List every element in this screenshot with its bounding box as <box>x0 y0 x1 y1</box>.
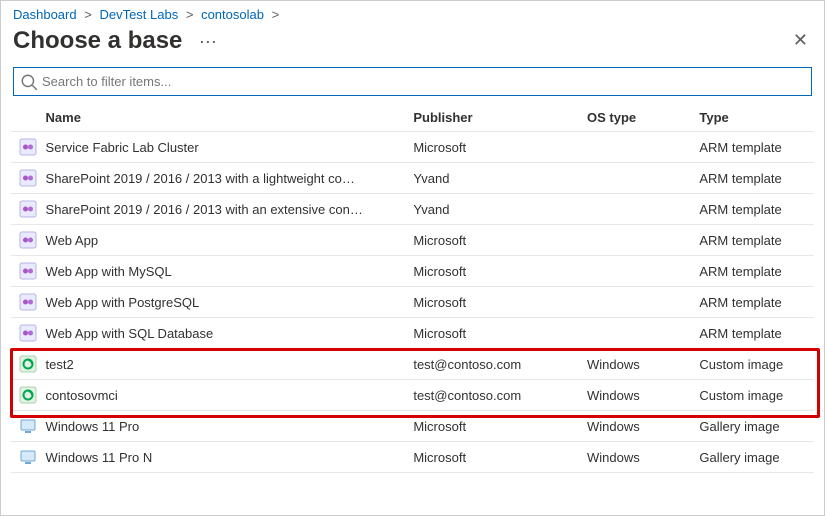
row-icon <box>11 380 38 411</box>
azure-icon <box>19 200 37 218</box>
chevron-right-icon: > <box>272 7 280 22</box>
breadcrumb: Dashboard > DevTest Labs > contosolab > <box>11 7 814 26</box>
table-row[interactable]: contosovmcitest@contoso.comWindowsCustom… <box>11 380 814 411</box>
breadcrumb-contosolab[interactable]: contosolab <box>201 7 264 22</box>
row-icon <box>11 194 38 225</box>
table-row[interactable]: Web App with MySQLMicrosoft ARM template <box>11 256 814 287</box>
row-name: Web App with PostgreSQL <box>38 287 406 318</box>
azure-icon <box>19 293 37 311</box>
row-type: Gallery image <box>691 442 814 473</box>
row-os: Windows <box>579 442 691 473</box>
row-name: contosovmci <box>38 380 406 411</box>
row-name: Windows 11 Pro N <box>38 442 406 473</box>
col-type[interactable]: Type <box>691 104 814 132</box>
col-os[interactable]: OS type <box>579 104 691 132</box>
row-name: Windows 11 Pro <box>38 411 406 442</box>
row-publisher: Yvand <box>405 194 579 225</box>
row-publisher: test@contoso.com <box>405 380 579 411</box>
row-publisher: test@contoso.com <box>405 349 579 380</box>
row-name: Web App with MySQL <box>38 256 406 287</box>
row-type: ARM template <box>691 132 814 163</box>
azure-icon <box>19 324 37 342</box>
row-icon <box>11 411 38 442</box>
search-icon <box>20 73 38 91</box>
table-row[interactable]: Windows 11 ProMicrosoftWindowsGallery im… <box>11 411 814 442</box>
page-title: Choose a base <box>13 27 182 54</box>
custom-icon <box>19 355 37 373</box>
table-row[interactable]: SharePoint 2019 / 2016 / 2013 with a lig… <box>11 163 814 194</box>
azure-icon <box>19 231 37 249</box>
table-row[interactable]: Web App with PostgreSQLMicrosoft ARM temp… <box>11 287 814 318</box>
row-type: ARM template <box>691 194 814 225</box>
row-icon <box>11 225 38 256</box>
azure-icon <box>19 138 37 156</box>
col-name[interactable]: Name <box>38 104 406 132</box>
azure-icon <box>19 169 37 187</box>
table-row[interactable]: test2test@contoso.comWindowsCustom image <box>11 349 814 380</box>
row-type: ARM template <box>691 256 814 287</box>
row-publisher: Microsoft <box>405 225 579 256</box>
row-icon <box>11 256 38 287</box>
table-row[interactable]: SharePoint 2019 / 2016 / 2013 with an ex… <box>11 194 814 225</box>
row-os: Windows <box>579 411 691 442</box>
chevron-right-icon: > <box>186 7 194 22</box>
row-icon <box>11 287 38 318</box>
vm-icon <box>19 448 37 466</box>
base-table: Name Publisher OS type Type Service Fabr… <box>11 104 814 473</box>
row-os <box>579 163 691 194</box>
vm-icon <box>19 417 37 435</box>
breadcrumb-devtestlabs[interactable]: DevTest Labs <box>99 7 178 22</box>
row-type: ARM template <box>691 318 814 349</box>
row-type: ARM template <box>691 163 814 194</box>
close-button[interactable]: ✕ <box>789 26 812 55</box>
row-type: Gallery image <box>691 411 814 442</box>
row-icon <box>11 442 38 473</box>
row-name: test2 <box>38 349 406 380</box>
row-os: Windows <box>579 380 691 411</box>
table-row[interactable]: Web AppMicrosoft ARM template <box>11 225 814 256</box>
row-name: Web App with SQL Database <box>38 318 406 349</box>
row-os <box>579 194 691 225</box>
table-header-row: Name Publisher OS type Type <box>11 104 814 132</box>
row-os: Windows <box>579 349 691 380</box>
row-os <box>579 256 691 287</box>
breadcrumb-dashboard[interactable]: Dashboard <box>13 7 77 22</box>
row-icon <box>11 163 38 194</box>
azure-icon <box>19 262 37 280</box>
row-name: Web App <box>38 225 406 256</box>
row-type: ARM template <box>691 225 814 256</box>
row-publisher: Microsoft <box>405 287 579 318</box>
table-row[interactable]: Windows 11 Pro NMicrosoftWindowsGallery … <box>11 442 814 473</box>
row-name: SharePoint 2019 / 2016 / 2013 with an ex… <box>38 194 406 225</box>
row-publisher: Microsoft <box>405 318 579 349</box>
row-os <box>579 132 691 163</box>
row-name: Service Fabric Lab Cluster <box>38 132 406 163</box>
more-button[interactable]: ⋯ <box>199 32 217 52</box>
row-icon <box>11 349 38 380</box>
row-os <box>579 287 691 318</box>
col-publisher[interactable]: Publisher <box>405 104 579 132</box>
row-os <box>579 225 691 256</box>
table-row[interactable]: Web App with SQL DatabaseMicrosoft ARM te… <box>11 318 814 349</box>
row-publisher: Microsoft <box>405 442 579 473</box>
custom-icon <box>19 386 37 404</box>
row-icon <box>11 318 38 349</box>
row-os <box>579 318 691 349</box>
row-type: Custom image <box>691 349 814 380</box>
chevron-right-icon: > <box>84 7 92 22</box>
row-publisher: Microsoft <box>405 256 579 287</box>
row-publisher: Microsoft <box>405 132 579 163</box>
search-input[interactable] <box>38 72 805 91</box>
row-icon <box>11 132 38 163</box>
row-name: SharePoint 2019 / 2016 / 2013 with a lig… <box>38 163 406 194</box>
row-publisher: Yvand <box>405 163 579 194</box>
row-type: Custom image <box>691 380 814 411</box>
table-row[interactable]: Service Fabric Lab ClusterMicrosoft ARM t… <box>11 132 814 163</box>
search-box[interactable] <box>13 67 812 96</box>
row-publisher: Microsoft <box>405 411 579 442</box>
row-type: ARM template <box>691 287 814 318</box>
